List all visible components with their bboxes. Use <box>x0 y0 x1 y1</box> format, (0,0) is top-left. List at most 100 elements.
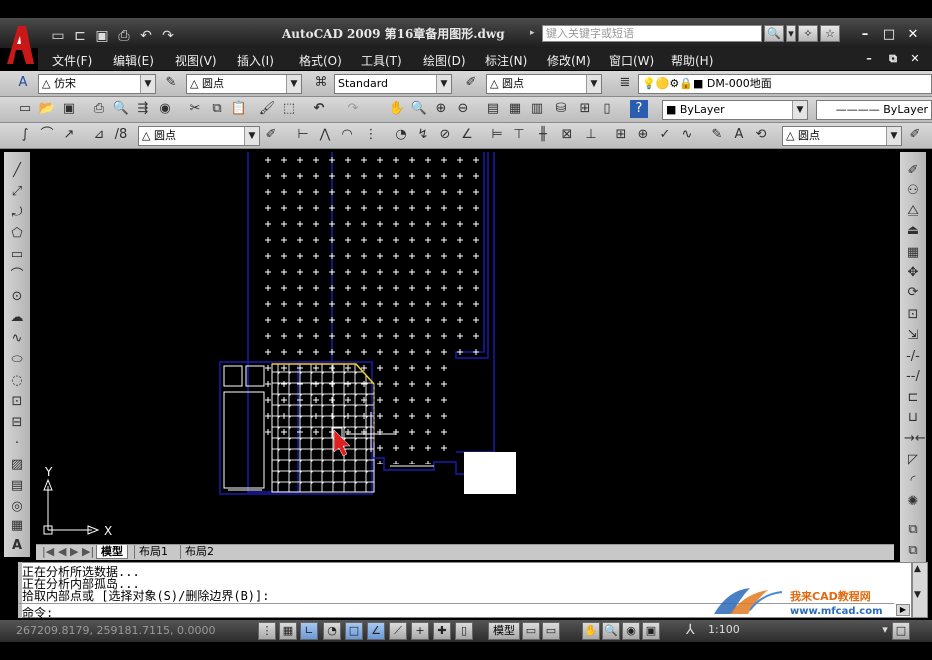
linear-dim-icon[interactable]: ⊢ <box>294 126 312 144</box>
publish-icon[interactable]: ⇶ <box>134 100 152 118</box>
paste-icon[interactable]: 📋 <box>230 100 248 118</box>
jogged-linear-icon[interactable]: ∿ <box>678 126 696 144</box>
color-select[interactable]: ■ ByLayer ▼ <box>662 100 808 120</box>
dim-style-select[interactable]: △ 圆点 ▼ <box>186 74 302 94</box>
object-snap-tracking-icon[interactable]: ∠ <box>367 622 385 640</box>
redo-toolbar-icon[interactable]: ↷ <box>344 100 362 118</box>
tab-model[interactable]: 模型 <box>96 545 128 559</box>
linetype-select[interactable]: ———— ByLayer <box>816 100 932 120</box>
ordinate-dim-icon[interactable]: ⋮ <box>362 126 380 144</box>
polar-tracking-icon[interactable]: ◔ <box>323 622 341 640</box>
table-icon[interactable]: ▦ <box>8 517 26 535</box>
favorites-star-icon[interactable]: ☆ <box>820 25 840 42</box>
aligned-dim-icon[interactable]: ⋀ <box>316 126 334 144</box>
dynamic-input-icon[interactable]: + <box>411 622 429 640</box>
floor-hatch-grid[interactable] <box>271 363 375 493</box>
match-properties-icon[interactable]: 🖌 <box>258 100 276 118</box>
autocad-logo-icon[interactable] <box>4 22 36 66</box>
zoom-window-icon[interactable]: ⊕ <box>432 100 450 118</box>
revision-cloud-icon[interactable]: ☁ <box>8 309 26 327</box>
plot-preview-icon[interactable]: 🔍 <box>112 100 130 118</box>
quick-properties-icon[interactable]: ▯ <box>455 622 473 640</box>
dim-style-select-2[interactable]: △ 圆点 ▼ <box>138 126 260 146</box>
construction-line-icon[interactable]: ⤢ <box>8 183 26 201</box>
rotate-icon[interactable]: ⟳ <box>904 284 922 302</box>
continue-dim-icon[interactable]: ╫ <box>534 126 552 144</box>
diameter-dim-icon[interactable]: ⊘ <box>436 126 454 144</box>
move-icon[interactable]: ✥ <box>904 264 922 282</box>
snap-mode-icon[interactable]: ⋮ <box>258 622 276 640</box>
showmotion-icon[interactable]: ▣ <box>642 622 660 640</box>
redo-icon[interactable]: ↷ <box>160 28 176 44</box>
doc-close-icon[interactable]: ✕ <box>906 51 924 67</box>
angular-dim-icon[interactable]: ∠ <box>458 126 476 144</box>
dim-style-icon[interactable]: ✎ <box>162 74 180 92</box>
layer-select[interactable]: 💡🟡⚙🔒■ DM-000地面 <box>638 74 932 94</box>
dim-style-manager-icon[interactable]: ✐ <box>262 126 280 144</box>
grid-display-icon[interactable]: ▦ <box>279 622 297 640</box>
pan-status-icon[interactable]: ✋ <box>582 622 600 640</box>
help-icon[interactable]: ? <box>630 100 648 118</box>
print-icon[interactable]: ⎙ <box>116 28 132 44</box>
ortho-mode-icon[interactable]: ∟ <box>300 622 318 640</box>
save-toolbar-icon[interactable]: ▣ <box>60 100 78 118</box>
leader-icon[interactable]: ↗ <box>60 126 78 144</box>
zoom-status-icon[interactable]: 🔍 <box>602 622 620 640</box>
communication-icon[interactable]: ✧ <box>798 25 818 42</box>
jogged-dim-icon[interactable]: ↯ <box>414 126 432 144</box>
properties-icon[interactable]: ▤ <box>484 100 502 118</box>
doc-minimize-icon[interactable]: – <box>860 51 878 67</box>
lineweight-icon[interactable]: ✚ <box>433 622 451 640</box>
markup-icon[interactable]: ⊞ <box>576 100 594 118</box>
scroll-up-icon[interactable]: ▲ <box>914 564 921 574</box>
menu-draw[interactable]: 绘图(D) <box>423 52 466 69</box>
maximize-icon[interactable]: □ <box>880 27 898 43</box>
undo-icon[interactable]: ↶ <box>138 28 154 44</box>
point-icon[interactable]: · <box>8 435 26 453</box>
dim-break-icon[interactable]: ⊥ <box>582 126 600 144</box>
fixture-square-1[interactable] <box>223 365 243 387</box>
scroll-down-icon[interactable]: ▼ <box>914 590 921 600</box>
extend-icon[interactable]: --/ <box>904 368 922 386</box>
hatch-icon[interactable]: ▨ <box>8 456 26 474</box>
status-menu-icon[interactable]: ▾ <box>880 622 890 640</box>
dim-style-select-3[interactable]: △ 圆点 ▼ <box>782 126 902 146</box>
break-icon[interactable]: ⊔ <box>904 409 922 427</box>
make-block-icon[interactable]: ⊟ <box>8 414 26 432</box>
line-icon[interactable]: ╱ <box>8 162 26 180</box>
layer-window-2-icon[interactable]: ⧉ <box>904 542 922 560</box>
dim-space-icon[interactable]: ⊠ <box>558 126 576 144</box>
fixture-cabinet[interactable] <box>223 391 265 489</box>
tool-palettes-icon[interactable]: ▥ <box>528 100 546 118</box>
doc-restore-icon[interactable]: ⧉ <box>884 51 902 67</box>
array-icon[interactable]: ▦ <box>904 244 922 262</box>
sheetset-icon[interactable]: ⛁ <box>552 100 570 118</box>
chamfer-icon[interactable]: ◸ <box>904 451 922 469</box>
pan-icon[interactable]: ✋ <box>388 100 406 118</box>
menu-edit[interactable]: 编辑(E) <box>113 52 154 69</box>
calculator-icon[interactable]: ▯ <box>598 100 616 118</box>
scale-icon[interactable]: ⊡ <box>904 306 922 324</box>
polyline-icon[interactable]: ⤾ <box>8 204 26 222</box>
annotation-scale-icon[interactable]: ⅄ <box>686 622 695 638</box>
spline-icon[interactable]: ∫ <box>16 126 34 144</box>
new-file-icon[interactable]: ▭ <box>50 28 66 44</box>
copy-icon[interactable]: ⧉ <box>208 100 226 118</box>
offset-icon[interactable]: ⏏ <box>904 222 922 240</box>
gradient-icon[interactable]: ▤ <box>8 477 26 495</box>
text-style-icon[interactable]: A <box>14 74 32 92</box>
dim-edit-icon[interactable]: /8 <box>112 126 130 144</box>
search-dropdown-icon[interactable]: ▾ <box>786 25 796 42</box>
stretch-icon[interactable]: ⇲ <box>904 327 922 345</box>
open-icon[interactable]: 📂 <box>38 100 56 118</box>
ellipse-arc-icon[interactable]: ◌ <box>8 372 26 390</box>
dim-update-icon[interactable]: ⟲ <box>752 126 770 144</box>
baseline-dim-icon[interactable]: ⊤ <box>510 126 528 144</box>
rectangle-icon[interactable]: ▭ <box>8 246 26 264</box>
dim-style-3-manager-icon[interactable]: ✐ <box>906 126 924 144</box>
design-center-icon[interactable]: ▦ <box>506 100 524 118</box>
ellipse-icon[interactable]: ⬭ <box>8 351 26 369</box>
annotation-scale-value[interactable]: 1:100 <box>708 623 740 636</box>
object-snap-icon[interactable]: □ <box>345 622 363 640</box>
tolerance-icon[interactable]: ⊞ <box>612 126 630 144</box>
